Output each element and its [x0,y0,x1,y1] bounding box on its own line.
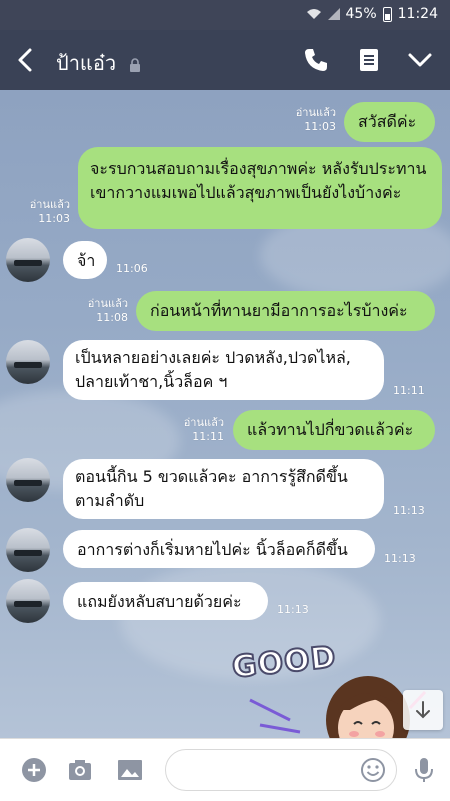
message-text: ตอนนี้กิน 5 ขวดแล้วคะ อาการรู้สึกดีขึ้นต… [75,467,348,510]
signal-icon [327,8,340,20]
message-text: เป็นหลายอย่างเลยค่ะ ปวดหลัง,ปวดไหล่, ปลา… [75,348,351,391]
message-text: แล้วทานไปกี่ขวดแล้วค่ะ [247,420,414,439]
battery-icon [382,6,392,22]
avatar[interactable] [6,579,50,623]
contact-title[interactable]: ป้าแอ๋ว [56,47,142,79]
chat-header: ป้าแอ๋ว [0,30,450,90]
message-time: 11:13 [384,552,416,565]
message-bubble-outgoing[interactable]: ก่อนหน้าที่ทานยามีอาการอะไรบ้างค่ะ [136,291,435,331]
message-bubble-incoming[interactable]: อาการต่างก็เริ่มหายไปค่ะ นิ้วล็อคก็ดีขึ้… [63,530,375,568]
message-input-bar [0,738,450,801]
status-bar: 45% 11:24 [0,0,450,30]
battery-percent: 45% [345,6,377,22]
message-input[interactable] [165,749,397,791]
read-receipt: อ่านแล้ว 11:08 [87,297,128,324]
scroll-to-bottom-button[interactable] [403,690,443,730]
message-bubble-incoming[interactable]: จ้า [63,241,107,279]
avatar[interactable] [6,458,50,502]
image-icon[interactable] [116,756,144,784]
message-text: อาการต่างก็เริ่มหายไปค่ะ นิ้วล็อคก็ดีขึ้… [77,540,348,559]
message-text: ก่อนหน้าที่ทานยามีอาการอะไรบ้างค่ะ [150,301,408,320]
message-bubble-outgoing[interactable]: จะรบกวนสอบถามเรื่องสุขภาพค่ะ หลังรับประท… [78,147,442,229]
message-time: 11:13 [277,603,309,616]
girl-sticker [326,676,410,738]
camera-icon[interactable] [66,756,94,784]
avatar[interactable] [6,340,50,384]
phone-icon[interactable] [302,46,330,74]
read-receipt: อ่านแล้ว 11:03 [295,106,336,133]
message-bubble-outgoing[interactable]: สวัสดีค่ะ [344,102,435,142]
plus-icon[interactable] [20,756,48,784]
clock: 11:24 [397,6,438,22]
emoji-icon[interactable] [360,757,386,783]
message-time: 11:06 [116,262,148,275]
message-bubble-incoming[interactable]: ตอนนี้กิน 5 ขวดแล้วคะ อาการรู้สึกดีขึ้นต… [63,459,384,519]
lock-icon [130,57,141,72]
chevron-down-icon[interactable] [406,46,434,74]
read-receipt: อ่านแล้ว 11:11 [183,416,224,443]
contact-name: ป้าแอ๋ว [56,51,117,75]
message-bubble-incoming[interactable]: เป็นหลายอย่างเลยค่ะ ปวดหลัง,ปวดไหล่, ปลา… [63,340,384,400]
back-arrow-icon[interactable] [14,46,38,74]
chat-area[interactable]: อ่านแล้ว 11:03 สวัสดีค่ะ อ่านแล้ว 11:03 จะ… [0,90,450,738]
microphone-icon[interactable] [410,756,438,784]
read-receipt: อ่านแล้ว 11:03 [29,198,70,225]
message-time: 11:13 [393,504,425,517]
wifi-icon [306,9,321,19]
notes-icon[interactable] [355,46,383,74]
avatar[interactable] [6,528,50,572]
message-bubble-outgoing[interactable]: แล้วทานไปกี่ขวดแล้วค่ะ [233,410,435,450]
message-text: จะรบกวนสอบถามเรื่องสุขภาพค่ะ หลังรับประท… [90,159,427,202]
avatar[interactable] [6,238,50,282]
arrow-down-icon [416,701,430,719]
message-time: 11:11 [393,384,425,397]
message-text: จ้า [77,251,96,270]
message-text: แถมยังหลับสบายด้วยค่ะ [77,592,242,611]
message-bubble-incoming[interactable]: แถมยังหลับสบายด้วยค่ะ [63,582,268,620]
message-text: สวัสดีค่ะ [358,112,417,131]
